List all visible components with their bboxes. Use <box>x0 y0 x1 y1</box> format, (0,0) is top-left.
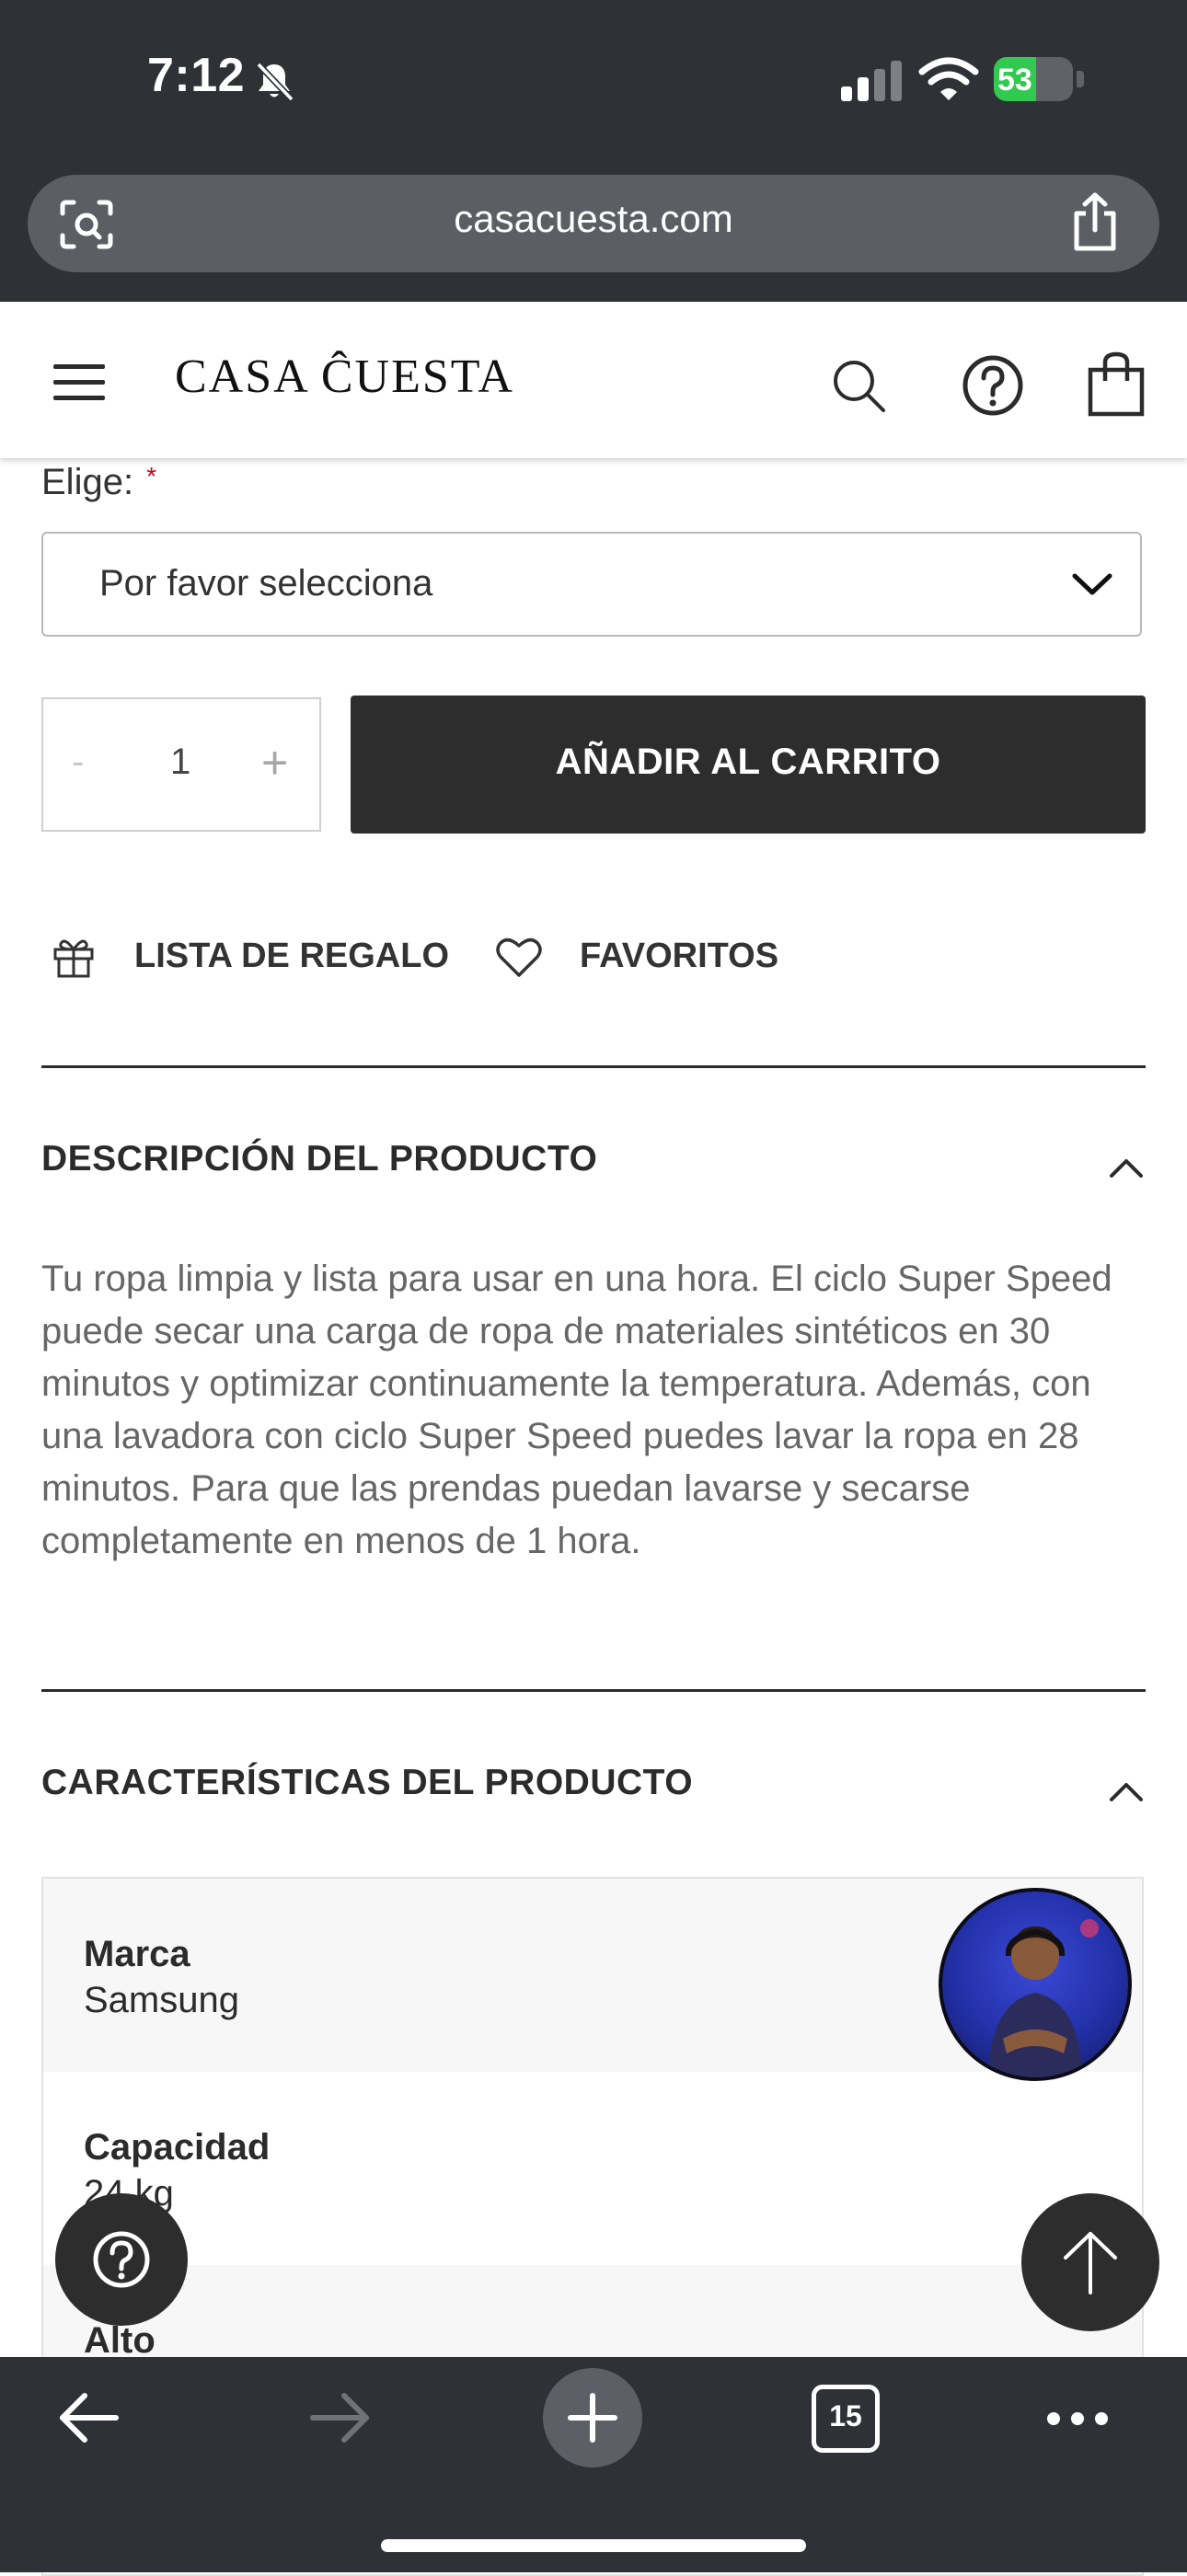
table-row: Capacidad 24 kg <box>43 2072 1142 2265</box>
add-to-cart-label[interactable]: AÑADIR AL CARRITO <box>351 742 1146 783</box>
forward-icon[interactable] <box>307 2388 374 2447</box>
chevron-down-icon[interactable] <box>1071 569 1113 600</box>
favorites-button[interactable]: FAVORITOS <box>580 937 778 976</box>
divider <box>41 1689 1146 1692</box>
gift-list-button[interactable]: LISTA DE REGALO <box>134 937 449 976</box>
divider <box>41 1065 1146 1068</box>
row-value: Samsung <box>84 1980 239 2020</box>
cart-icon[interactable] <box>1088 351 1145 418</box>
help-icon <box>93 2231 150 2288</box>
menu-icon[interactable] <box>53 361 105 405</box>
chevron-up-icon[interactable] <box>1108 1779 1145 1803</box>
row-label: Capacidad <box>84 2127 271 2168</box>
heart-icon[interactable] <box>495 935 543 979</box>
wifi-icon <box>918 57 979 100</box>
help-icon[interactable] <box>961 353 1025 418</box>
back-icon[interactable] <box>55 2388 121 2447</box>
choose-label: Elige: * <box>41 462 156 503</box>
choose-label-text: Elige: <box>41 462 134 502</box>
gift-icon[interactable] <box>52 935 96 979</box>
chat-avatar[interactable] <box>939 1888 1132 2081</box>
quantity-increase-button[interactable]: + <box>261 736 288 789</box>
help-chat-button[interactable] <box>55 2193 188 2326</box>
battery-icon: 53 <box>994 57 1084 103</box>
row-label: Marca <box>84 1934 190 1974</box>
plus-icon <box>568 2393 617 2443</box>
required-mark: * <box>146 462 156 490</box>
site-logo[interactable]: CASA ĈUESTA <box>175 350 514 404</box>
signal-icon <box>841 61 902 101</box>
tabs-count[interactable]: 15 <box>812 2399 880 2433</box>
row-label: Alto <box>84 2320 156 2361</box>
share-icon[interactable] <box>1067 191 1123 254</box>
option-select-value[interactable]: Por favor selecciona <box>99 563 432 604</box>
status-time: 7:12 <box>147 49 246 102</box>
description-title[interactable]: DESCRIPCIÓN DEL PRODUCTO <box>41 1139 597 1179</box>
new-tab-button[interactable] <box>543 2368 642 2467</box>
quantity-decrease-button[interactable]: - <box>72 742 84 783</box>
bell-slash-icon <box>256 62 294 102</box>
characteristics-title[interactable]: CARACTERÍSTICAS DEL PRODUCTO <box>41 1763 693 1803</box>
description-text: Tu ropa limpia y lista para usar en una … <box>41 1259 1112 1561</box>
battery-percent: 53 <box>997 63 1032 98</box>
home-indicator <box>381 2539 806 2552</box>
quantity-value[interactable]: 1 <box>170 742 190 783</box>
chevron-up-icon[interactable] <box>1108 1156 1145 1179</box>
search-icon[interactable] <box>826 353 891 418</box>
url-text[interactable]: casacuesta.com <box>0 197 1187 241</box>
more-icon[interactable] <box>1045 2405 1110 2432</box>
scroll-to-top-button[interactable] <box>1021 2193 1159 2331</box>
person-illustration <box>988 1919 1099 2077</box>
arrow-up-icon <box>1064 2232 1117 2294</box>
